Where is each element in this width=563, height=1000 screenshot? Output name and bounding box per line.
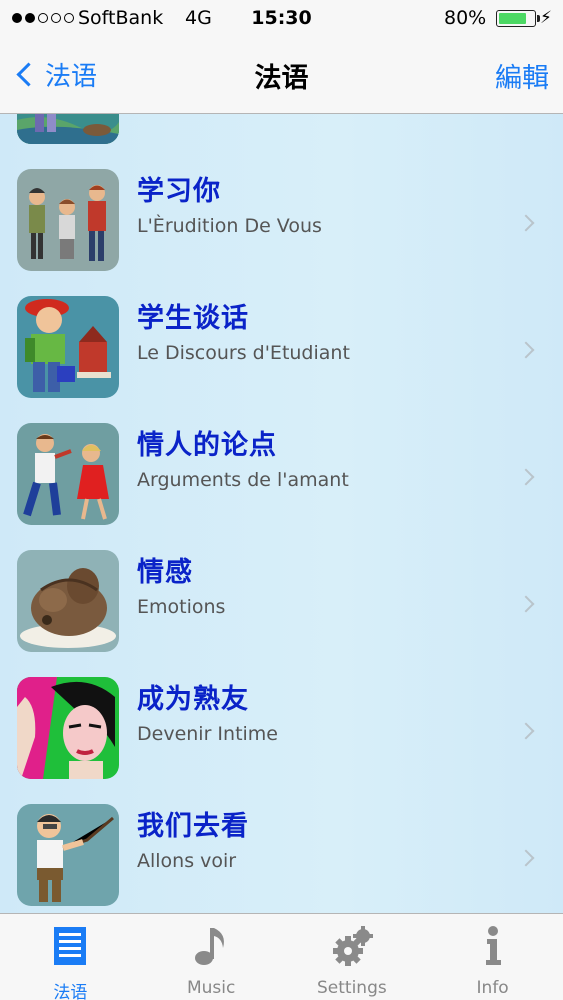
lesson-subtitle: Le Discours d'Etudiant [137, 342, 350, 364]
app-screen: SoftBank 4G 15:30 80% ⚡ 法语 法语 編輯 学习你 L'È… [0, 0, 563, 1000]
man-pointing-image [17, 804, 119, 906]
music-note-icon [189, 924, 233, 968]
lesson-row-1[interactable]: 学习你 L'Èrudition De Vous [0, 169, 563, 296]
chevron-right-icon [517, 595, 535, 613]
lesson-row-4[interactable]: 情感 Emotions [0, 550, 563, 677]
tab-bar: 法语 Music Settings Info [0, 913, 563, 1000]
battery-percent: 80% [444, 7, 487, 29]
tab-info[interactable]: Info [422, 914, 563, 1000]
chevron-right-icon [517, 722, 535, 740]
lesson-title: 学生谈话 [137, 303, 249, 334]
lesson-list[interactable]: 学习你 L'Èrudition De Vous 学生谈话 Le Discours… [0, 114, 563, 913]
chevron-right-icon [517, 214, 535, 232]
lesson-title: 我们去看 [137, 811, 249, 842]
lesson-row-6[interactable]: 我们去看 Allons voir [0, 804, 563, 913]
info-icon [471, 924, 515, 968]
charging-bolt-icon: ⚡ [540, 8, 552, 28]
lesson-title: 学习你 [137, 176, 221, 207]
tab-label: Music [186, 978, 236, 998]
lesson-row-5[interactable]: 成为熟友 Devenir Intime [0, 677, 563, 804]
tab-label: Settings [317, 978, 387, 998]
navigation-bar: 法语 法语 編輯 [0, 38, 563, 114]
partial-lesson-image[interactable] [17, 114, 119, 144]
edit-button[interactable]: 編輯 [495, 56, 549, 95]
lesson-subtitle: Emotions [137, 596, 226, 618]
people-chatting-image [17, 169, 119, 271]
lesson-row-3[interactable]: 情人的论点 Arguments de l'amant [0, 423, 563, 550]
lesson-title: 成为熟友 [137, 684, 249, 715]
arguing-couple-image [17, 423, 119, 525]
bear-image [17, 550, 119, 652]
list-icon [48, 924, 92, 968]
tab-french[interactable]: 法语 [0, 914, 141, 1000]
tab-label: Info [476, 978, 509, 998]
lesson-subtitle: Allons voir [137, 850, 237, 872]
chevron-right-icon [517, 468, 535, 486]
lesson-subtitle: Devenir Intime [137, 723, 278, 745]
gears-icon [330, 924, 374, 968]
woman-portrait-image [17, 677, 119, 779]
lesson-subtitle: L'Èrudition De Vous [137, 215, 322, 237]
page-title: 法语 [254, 63, 309, 94]
lesson-row-2[interactable]: 学生谈话 Le Discours d'Etudiant [0, 296, 563, 423]
chevron-right-icon [517, 849, 535, 867]
lesson-title: 情感 [137, 557, 193, 588]
status-bar: SoftBank 4G 15:30 80% ⚡ [0, 0, 563, 38]
lesson-title: 情人的论点 [137, 430, 277, 461]
tab-label: 法语 [53, 983, 88, 1000]
tab-music[interactable]: Music [141, 914, 282, 1000]
battery-icon [496, 10, 540, 27]
lesson-subtitle: Arguments de l'amant [137, 469, 349, 491]
student-backpack-image [17, 296, 119, 398]
tab-settings[interactable]: Settings [282, 914, 423, 1000]
chevron-right-icon [517, 341, 535, 359]
